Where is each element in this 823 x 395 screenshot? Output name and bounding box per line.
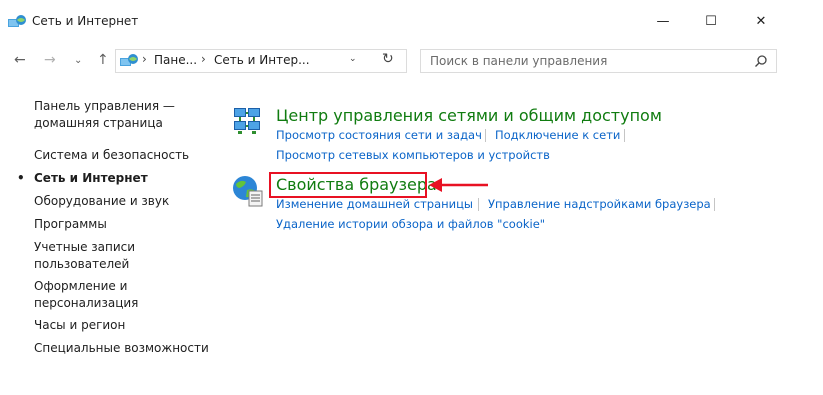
highlight-box	[269, 172, 427, 198]
sidebar-item-network-internet[interactable]: • Сеть и Интернет	[17, 170, 148, 187]
view-network-computers-link[interactable]: Просмотр сетевых компьютеров и устройств	[276, 148, 550, 162]
up-arrow-icon[interactable]: ↑	[97, 52, 109, 68]
window-title: Сеть и Интернет	[32, 14, 139, 28]
sidebar-item-label: пользователей	[34, 257, 130, 271]
network-folder-icon	[8, 15, 26, 27]
sidebar-item-label: Сеть и Интернет	[34, 171, 148, 185]
navigation-bar: ← → ⌄ ↑ › Пане... › Сеть и Интер... ⌄ ↻ …	[0, 45, 823, 75]
sidebar-item-label: Учетные записи	[34, 240, 136, 254]
sidebar-item-hardware-sound[interactable]: Оборудование и звук	[34, 193, 169, 210]
address-dropdown-chevron-icon[interactable]: ⌄	[349, 54, 357, 64]
search-box[interactable]: Поиск в панели управления	[420, 49, 777, 73]
sidebar-item-appearance[interactable]: Оформление и персонализация	[34, 278, 138, 312]
sidebar-item-label: Панель управления —	[34, 99, 175, 113]
sidebar-item-accessibility[interactable]: Специальные возможности	[34, 340, 209, 357]
back-arrow-icon[interactable]: ←	[14, 52, 26, 68]
sidebar-item-programs[interactable]: Программы	[34, 216, 107, 233]
search-input[interactable]: Поиск в панели управления	[430, 54, 607, 68]
change-home-page-link[interactable]: Изменение домашней страницы	[276, 197, 473, 211]
breadcrumb-control-panel[interactable]: Пане...	[154, 53, 197, 67]
sidebar-item-label: Оформление и	[34, 279, 128, 293]
recent-locations-chevron-icon[interactable]: ⌄	[74, 55, 82, 66]
breadcrumb-separator: ›	[142, 52, 147, 66]
sidebar-item-system-security[interactable]: Система и безопасность	[34, 147, 189, 164]
maximize-button[interactable]: ☐	[688, 10, 734, 32]
search-icon[interactable]	[754, 54, 768, 68]
link-separator	[485, 129, 486, 142]
delete-browsing-history-link[interactable]: Удаление истории обзора и файлов "cookie…	[276, 217, 545, 231]
link-separator	[624, 129, 625, 142]
connect-to-network-link[interactable]: Подключение к сети	[495, 128, 620, 142]
view-network-status-link[interactable]: Просмотр состояния сети и задач	[276, 128, 482, 142]
sidebar-item-control-panel-home[interactable]: Панель управления — домашняя страница	[34, 98, 175, 132]
sidebar-item-user-accounts[interactable]: Учетные записи пользователей	[34, 239, 135, 273]
title-bar: Сеть и Интернет — ☐ ✕	[0, 0, 823, 40]
minimize-button[interactable]: —	[640, 10, 686, 32]
link-separator	[714, 198, 715, 211]
network-sharing-center-icon[interactable]	[232, 106, 264, 138]
internet-options-globe-icon[interactable]	[232, 175, 264, 207]
red-arrow-icon	[429, 178, 488, 192]
sidebar-item-clock-region[interactable]: Часы и регион	[34, 317, 125, 334]
breadcrumb-network-internet[interactable]: Сеть и Интер...	[214, 53, 310, 67]
active-bullet-icon: •	[17, 171, 25, 185]
link-separator	[478, 198, 479, 211]
breadcrumb-separator: ›	[201, 52, 206, 66]
sidebar-item-label: персонализация	[34, 296, 139, 310]
forward-arrow-icon[interactable]: →	[44, 52, 56, 68]
refresh-icon[interactable]: ↻	[382, 51, 394, 67]
network-folder-icon	[120, 54, 138, 66]
sidebar-item-label: домашняя страница	[34, 116, 163, 130]
close-button[interactable]: ✕	[738, 10, 784, 32]
network-sharing-center-link[interactable]: Центр управления сетями и общим доступом	[276, 106, 662, 125]
address-bar[interactable]: › Пане... › Сеть и Интер... ⌄ ↻	[115, 49, 407, 73]
manage-browser-addons-link[interactable]: Управление надстройками браузера	[488, 197, 711, 211]
